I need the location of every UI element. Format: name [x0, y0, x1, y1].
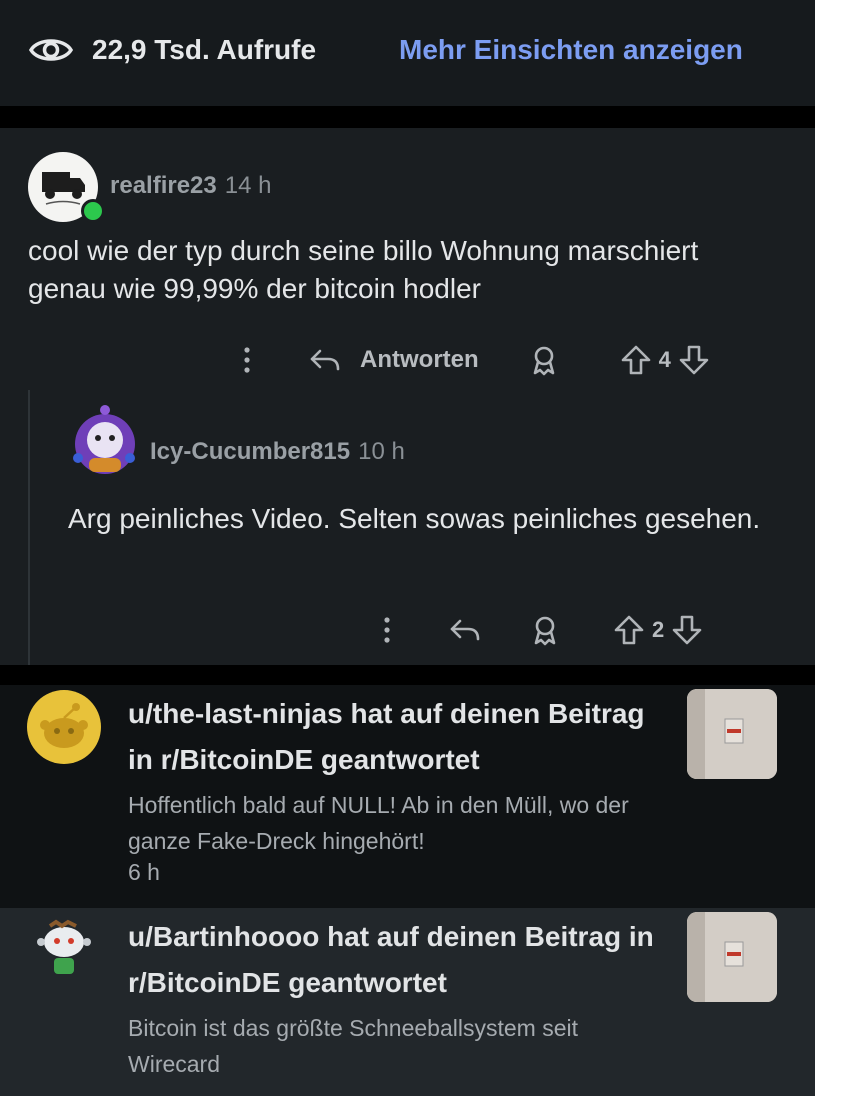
comment-meta: realfire23 14 h — [110, 172, 271, 200]
snoo-avatar-icon — [37, 919, 91, 974]
comment-text: cool wie der typ durch seine billo Wohnu… — [28, 235, 699, 304]
divider — [0, 106, 815, 128]
reply-username[interactable]: Icy-Cucumber815 — [150, 438, 350, 465]
reply-button[interactable]: Antworten — [308, 343, 479, 377]
comment-username[interactable]: realfire23 — [110, 172, 217, 199]
notification-item[interactable]: u/Bartinhoooo hat auf deinen Beitrag in … — [0, 908, 815, 1096]
avatar[interactable] — [64, 400, 146, 482]
avatar — [26, 912, 102, 988]
vote-count: 4 — [658, 347, 671, 372]
insights-bar: 22,9 Tsd. Aufrufe Mehr Einsichten anzeig… — [0, 0, 815, 106]
thumbnail-image — [687, 689, 777, 779]
divider — [0, 665, 815, 685]
reply-icon — [450, 619, 480, 641]
more-options-button[interactable] — [370, 613, 404, 647]
downvote-icon — [679, 345, 709, 375]
downvote-button[interactable] — [677, 343, 711, 377]
vote-count: 2 — [652, 617, 665, 642]
comment: realfire23 14 h cool wie der typ durch se… — [0, 128, 815, 390]
award-button[interactable] — [528, 613, 562, 647]
award-icon — [533, 346, 554, 376]
reply-meta: Icy-Cucumber815 10 h — [150, 438, 405, 466]
more-options-button[interactable] — [230, 343, 264, 377]
thread-line[interactable] — [28, 390, 30, 665]
online-status-badge — [81, 199, 105, 223]
notification-text: Hoffentlich bald auf NULL! Ab in den Mül… — [128, 792, 629, 854]
reply-text: Arg peinliches Video. Selten sowas peinl… — [68, 503, 761, 534]
avatar — [26, 689, 102, 765]
reply-button[interactable] — [448, 613, 482, 647]
thumbnail-image — [687, 912, 777, 1002]
more-insights-link[interactable]: Mehr Einsichten anzeigen — [399, 30, 743, 70]
reply-time: 10 h — [358, 438, 405, 465]
more-vertical-icon — [384, 617, 390, 643]
notification-item[interactable]: u/the-last-ninjas hat auf deinen Beitrag… — [0, 685, 815, 908]
eye-icon — [28, 39, 74, 61]
snoo-avatar-icon — [73, 405, 135, 474]
notification-text: Bitcoin ist das größte Schneeballsystem … — [128, 1015, 578, 1077]
award-button[interactable] — [527, 343, 561, 377]
reply-icon — [310, 349, 340, 371]
upvote-icon — [621, 345, 650, 375]
more-vertical-icon — [244, 347, 250, 373]
comment-time: 14 h — [224, 172, 272, 199]
upvote-button[interactable] — [619, 343, 653, 377]
snoo-avatar-icon — [27, 690, 101, 764]
notification-title: u/Bartinhoooo hat auf deinen Beitrag in … — [128, 921, 654, 998]
upvote-button[interactable] — [612, 613, 646, 647]
downvote-icon — [672, 615, 702, 645]
reply-actions: 2 — [370, 608, 704, 652]
award-icon — [534, 616, 556, 646]
app-screen: 22,9 Tsd. Aufrufe Mehr Einsichten anzeig… — [0, 0, 815, 1096]
reply-comment: Icy-Cucumber815 10 h Arg peinliches Video… — [0, 390, 815, 665]
comment-actions: Antworten 4 — [230, 338, 711, 382]
post-thumbnail — [687, 689, 777, 779]
notification-time: 6 h — [128, 859, 160, 885]
upvote-icon — [614, 615, 644, 645]
downvote-button[interactable] — [670, 613, 704, 647]
notification-title: u/the-last-ninjas hat auf deinen Beitrag… — [128, 698, 645, 775]
post-thumbnail — [687, 912, 777, 1002]
views-counter: 22,9 Tsd. Aufrufe — [28, 30, 316, 70]
views-count: 22,9 Tsd. Aufrufe — [92, 34, 317, 65]
reply-label: Antworten — [360, 346, 479, 373]
